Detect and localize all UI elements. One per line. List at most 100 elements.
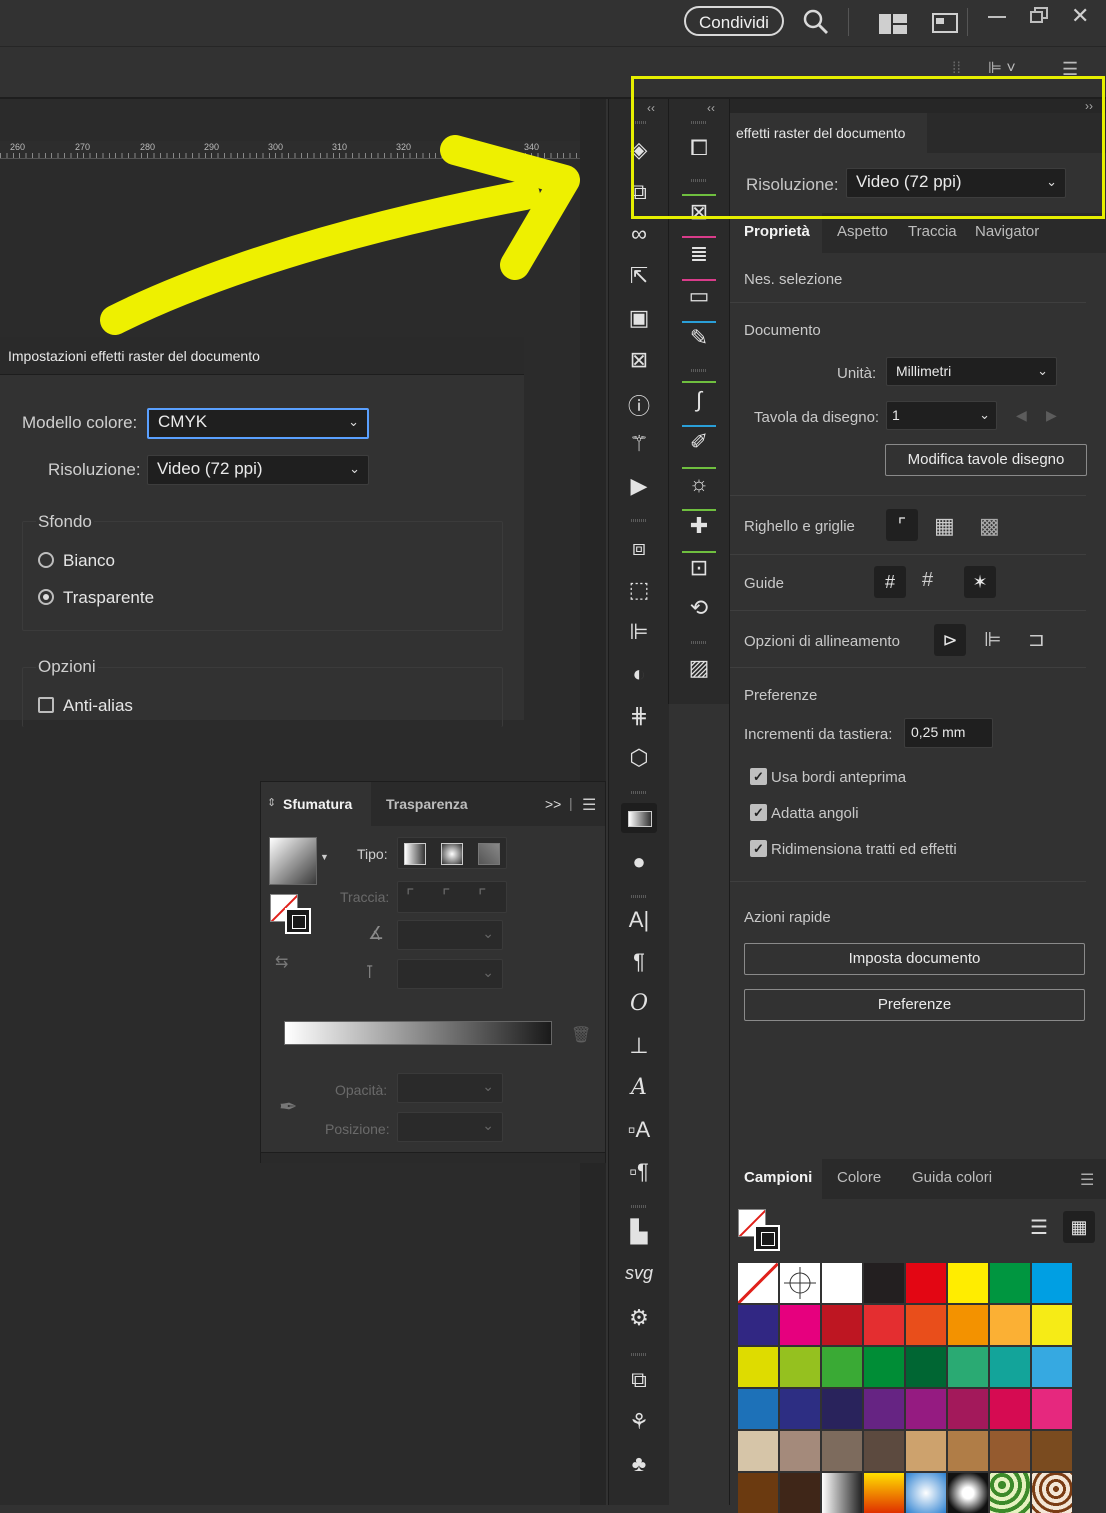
stroke-along-icon[interactable]: ⌜	[442, 886, 450, 907]
swatch[interactable]	[738, 1389, 778, 1429]
collapse-arrows-icon[interactable]: ⇕	[267, 796, 276, 809]
scale-strokes-label[interactable]: Ridimensiona tratti ed effetti	[771, 841, 957, 858]
gradient-preview-swatch[interactable]	[269, 837, 317, 885]
swatch[interactable]	[1032, 1473, 1072, 1513]
swatch[interactable]	[906, 1305, 946, 1345]
swatch[interactable]	[906, 1347, 946, 1387]
collapse-icon[interactable]: ‹‹	[647, 101, 655, 115]
symbols-icon[interactable]: ♣	[609, 1451, 669, 1477]
swatch[interactable]	[822, 1473, 862, 1513]
tabs-icon[interactable]: ⊥	[609, 1033, 669, 1059]
swatch[interactable]	[1032, 1263, 1072, 1303]
radio-white-label[interactable]: Bianco	[63, 551, 115, 571]
tab-gradient-label[interactable]: Sfumatura	[283, 796, 352, 812]
swatch[interactable]	[780, 1431, 820, 1471]
resize-handle[interactable]	[261, 1152, 605, 1163]
swatch[interactable]	[948, 1305, 988, 1345]
swatch[interactable]	[738, 1473, 778, 1513]
eyedropper-icon[interactable]: ✒	[279, 1094, 297, 1120]
grip[interactable]	[691, 121, 707, 124]
swatch[interactable]	[738, 1263, 778, 1303]
keyboard-increment-input[interactable]: 0,25 mm	[904, 718, 993, 748]
transform-icon[interactable]: ⬚	[609, 577, 669, 603]
prev-artboard-icon[interactable]: ◀	[1016, 407, 1027, 424]
swap-icon[interactable]: ⇆	[275, 952, 288, 972]
align-icon[interactable]: ⊫	[609, 619, 669, 645]
scale-corners-label[interactable]: Adatta angoli	[771, 805, 859, 822]
panel-menu-icon[interactable]: ☰	[1080, 1170, 1094, 1190]
artboard-select[interactable]: 1 ⌄	[886, 401, 997, 430]
minimize-icon[interactable]	[988, 16, 1006, 18]
libraries-icon[interactable]: ▣	[609, 305, 669, 331]
trash-icon[interactable]: 🗑	[571, 1025, 591, 1045]
search-icon[interactable]	[803, 9, 829, 41]
settings-icon[interactable]: ⚙	[609, 1305, 669, 1331]
swatch[interactable]	[822, 1389, 862, 1429]
chevron-down-icon[interactable]: ▼	[320, 852, 329, 862]
expand-icon[interactable]: ››	[1085, 99, 1093, 113]
swatch[interactable]	[906, 1263, 946, 1303]
graph-icon[interactable]: ▙	[609, 1219, 669, 1245]
swatch[interactable]	[864, 1263, 904, 1303]
freeform-gradient-icon[interactable]	[478, 843, 500, 865]
swatch[interactable]	[822, 1347, 862, 1387]
show-guides-icon[interactable]: #	[874, 566, 906, 598]
swatch[interactable]	[906, 1473, 946, 1513]
links-icon[interactable]: ∞	[609, 221, 669, 247]
opacity-input[interactable]: ⌄	[397, 1073, 503, 1103]
grid-view-icon[interactable]: ▦	[1063, 1211, 1095, 1243]
tab-stroke[interactable]: Traccia	[908, 223, 957, 240]
tab-swatches-label[interactable]: Campioni	[744, 1169, 812, 1186]
antialias-label[interactable]: Anti-alias	[63, 696, 133, 716]
swatch[interactable]	[990, 1473, 1030, 1513]
panel-menu-icon[interactable]: ☰	[1062, 59, 1078, 80]
transparency-grid-icon[interactable]: ▩	[979, 513, 1000, 539]
gradient-slider[interactable]	[284, 1021, 552, 1045]
close-icon[interactable]: ✕	[1071, 3, 1089, 29]
info-icon[interactable]: ⓘ	[609, 389, 669, 421]
aspect-ratio-input[interactable]: ⌄	[397, 959, 503, 989]
angle-input[interactable]: ⌄	[397, 920, 503, 950]
actions-icon[interactable]: ▶	[609, 473, 669, 499]
brush-icon[interactable]: ✐	[669, 429, 729, 455]
swatch[interactable]	[948, 1347, 988, 1387]
grip[interactable]	[691, 179, 707, 182]
swatch[interactable]	[864, 1347, 904, 1387]
tab-transparency[interactable]: Trasparenza	[386, 796, 468, 812]
tab-raster-effects[interactable]: effetti raster del documento	[730, 113, 927, 153]
light-icon[interactable]: ☼	[669, 471, 729, 497]
expand-icon[interactable]: >>	[545, 796, 561, 812]
swatch[interactable]	[990, 1263, 1030, 1303]
preferences-button[interactable]: Preferenze	[744, 989, 1085, 1021]
grip[interactable]	[631, 519, 647, 522]
scale-corners-checkbox[interactable]: ✓	[750, 804, 767, 821]
edit-artboards-button[interactable]: Modifica tavole disegno	[885, 444, 1087, 476]
character-styles-icon[interactable]: ▫A	[609, 1117, 669, 1143]
swatch[interactable]	[906, 1431, 946, 1471]
radio-transparent-label[interactable]: Trasparente	[63, 588, 154, 608]
grip[interactable]	[631, 1205, 647, 1208]
3d-icon[interactable]: ⬡	[609, 745, 669, 771]
swatch[interactable]	[780, 1473, 820, 1513]
grip[interactable]	[691, 369, 707, 372]
lasso-icon[interactable]: ⟲	[669, 595, 729, 621]
restore-icon[interactable]	[1029, 6, 1049, 27]
measure-icon[interactable]: ⊡	[669, 555, 729, 581]
swatch[interactable]	[990, 1389, 1030, 1429]
swatch[interactable]	[780, 1263, 820, 1303]
swatch[interactable]	[990, 1347, 1030, 1387]
linear-gradient-icon[interactable]	[404, 843, 426, 865]
character-icon[interactable]: A|	[609, 907, 669, 933]
tab-color-guide[interactable]: Guida colori	[912, 1169, 992, 1186]
tab-appearance[interactable]: Aspetto	[837, 223, 888, 240]
grip[interactable]	[631, 791, 647, 794]
swatch[interactable]	[990, 1431, 1030, 1471]
radio-transparent[interactable]	[38, 589, 54, 605]
collapse-icon[interactable]: ‹‹	[707, 101, 715, 115]
svg-icon[interactable]: svg	[609, 1263, 669, 1284]
next-artboard-icon[interactable]: ▶	[1046, 407, 1057, 424]
swatch[interactable]	[1032, 1431, 1072, 1471]
swatch[interactable]	[906, 1389, 946, 1429]
swatch[interactable]	[948, 1263, 988, 1303]
tab-color[interactable]: Colore	[837, 1169, 881, 1186]
